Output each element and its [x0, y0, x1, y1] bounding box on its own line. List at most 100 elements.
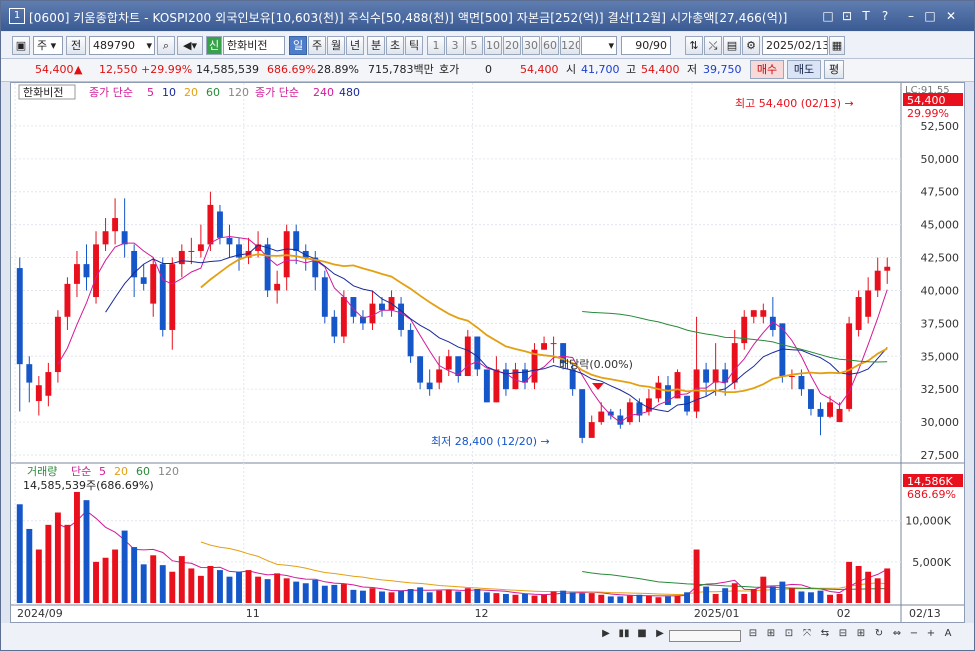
zoom-out-icon[interactable]: ⊟ [746, 627, 760, 641]
window-title: [0600] 키움종합차트 - KOSPI200 외국인보유[10,603(천)… [29, 11, 788, 25]
volume-bar [207, 565, 214, 603]
candle-body [340, 297, 347, 337]
price-tick-label: 27,500 [921, 449, 960, 462]
candle-body [293, 231, 300, 251]
volume-bar [274, 573, 281, 603]
search-icon[interactable]: ⌕ [157, 36, 175, 55]
price-volume-chart[interactable]: 52,500 50,000 47,500 45,000 42,500 40,000 37,5… [11, 83, 964, 622]
volume-bar [731, 583, 738, 603]
high-label: 고 [626, 63, 637, 76]
range-icon[interactable]: ⇆ [818, 627, 832, 641]
count-input[interactable]: 90/90 [621, 36, 671, 55]
x-tick-label: 2024/09 [17, 607, 63, 620]
candle-body [74, 264, 80, 284]
tf-tick[interactable]: 틱 [405, 36, 423, 55]
font-icon[interactable]: T [858, 8, 874, 24]
interval-120[interactable]: 120 [560, 36, 580, 55]
draw-icon[interactable]: ⤯ [704, 36, 722, 55]
volume-bar [874, 578, 881, 603]
volume-bar [560, 590, 567, 603]
tf-week[interactable]: 주 [308, 36, 326, 55]
next-icon[interactable]: ▶ [653, 627, 667, 641]
play-icon[interactable]: ▶ [599, 627, 613, 641]
date-input[interactable]: 2025/02/13 [762, 36, 828, 55]
compare-icon[interactable]: ⇅ [685, 36, 703, 55]
period-select[interactable]: 주 ▾ [33, 36, 63, 55]
candle-body [598, 411, 605, 423]
candle-body [808, 389, 814, 409]
help-icon[interactable]: ? [877, 8, 893, 24]
buy-button[interactable]: 매수 [750, 60, 784, 79]
candle-body [226, 237, 233, 245]
sell-button[interactable]: 매도 [787, 60, 821, 79]
refresh-icon[interactable]: ↻ [872, 627, 886, 641]
tf-minute[interactable]: 분 [367, 36, 385, 55]
layout-icon[interactable]: ▣ [12, 36, 30, 55]
quote-volume-pct: 686.69% [267, 63, 316, 76]
candle-body [579, 389, 586, 438]
interval-20[interactable]: 20 [503, 36, 521, 55]
volume-bar [808, 592, 814, 603]
volume-bar [255, 576, 262, 603]
candle-body [207, 204, 214, 245]
chart-scrollbar[interactable] [669, 630, 741, 642]
close-button[interactable]: ✕ [943, 8, 959, 24]
prev-button[interactable]: 전 [66, 36, 86, 55]
gear-icon[interactable]: ⚙ [742, 36, 760, 55]
tf-second[interactable]: 초 [386, 36, 404, 55]
volume-bar [522, 593, 528, 603]
cross-icon[interactable]: ⤧ [800, 627, 814, 641]
volume-bar [493, 593, 500, 603]
candle-body [178, 250, 185, 265]
volume-tick-label: 5,000K [912, 556, 951, 569]
interval-5[interactable]: 5 [465, 36, 483, 55]
minimize-icon[interactable]: ⊟ [836, 627, 850, 641]
avg-button[interactable]: 평 [824, 60, 844, 79]
volume-bar [750, 589, 757, 603]
link-icon[interactable]: ⇔ [890, 627, 904, 641]
legend-ma-period: 60 [206, 86, 220, 99]
candle-body [16, 268, 23, 365]
quote-change: 12,550 [99, 63, 138, 76]
interval-custom-input[interactable]: ▾ [581, 36, 617, 55]
quote-bar: 54,400 ▲ 12,550 +29.99% 14,585,539 686.6… [1, 59, 974, 82]
hoga-label: 호가 [439, 63, 460, 76]
zoom-in-icon[interactable]: ⊞ [764, 627, 778, 641]
price-tag: 54,400 [907, 94, 946, 107]
interval-3[interactable]: 3 [446, 36, 464, 55]
quote-amount: 715,783백만 [368, 63, 434, 76]
expand-icon[interactable]: ⊞ [854, 627, 868, 641]
sound-icon[interactable]: ◀▾ [177, 36, 203, 55]
stop-icon[interactable]: ■ [635, 627, 649, 641]
interval-60[interactable]: 60 [541, 36, 559, 55]
interval-30[interactable]: 30 [522, 36, 540, 55]
volume-bar [541, 594, 548, 603]
tf-year[interactable]: 년 [346, 36, 364, 55]
minus-icon[interactable]: − [907, 627, 921, 641]
window-link-icon[interactable]: ⊡ [839, 8, 855, 24]
candle-body [817, 408, 824, 417]
tf-day[interactable]: 일 [289, 36, 307, 55]
candle-body [216, 211, 223, 238]
title-bar[interactable]: 1 [0600] 키움종합차트 - KOSPI200 외국인보유[10,603(… [1, 1, 974, 31]
plus-icon[interactable]: + [924, 627, 938, 641]
calendar-icon[interactable]: ▦ [829, 36, 845, 55]
candle-body [379, 303, 385, 311]
pause-icon[interactable]: ▮▮ [617, 627, 631, 641]
volume-bar [588, 593, 595, 603]
volume-bar [445, 589, 452, 603]
maximize-button[interactable]: □ [922, 8, 938, 24]
tf-month[interactable]: 월 [327, 36, 345, 55]
fit-icon[interactable]: ⊡ [782, 627, 796, 641]
interval-10[interactable]: 10 [484, 36, 502, 55]
interval-1[interactable]: 1 [427, 36, 445, 55]
volume-bar [779, 581, 786, 603]
toolbar: ▣ 주 ▾ 전 489790 ▾ ⌕ ◀▾ 신 한화비전 일 주 월 년 분 초 … [1, 32, 974, 59]
stock-code-input[interactable]: 489790 ▾ [89, 36, 155, 55]
save-icon[interactable]: ▤ [723, 36, 741, 55]
chart-area[interactable]: 52,500 50,000 47,500 45,000 42,500 40,000 37,5… [10, 82, 965, 623]
font-size-icon[interactable]: A [941, 627, 955, 641]
candle-body [445, 356, 452, 370]
window-lock-icon[interactable]: □ [820, 8, 836, 24]
minimize-button[interactable]: – [903, 8, 919, 24]
